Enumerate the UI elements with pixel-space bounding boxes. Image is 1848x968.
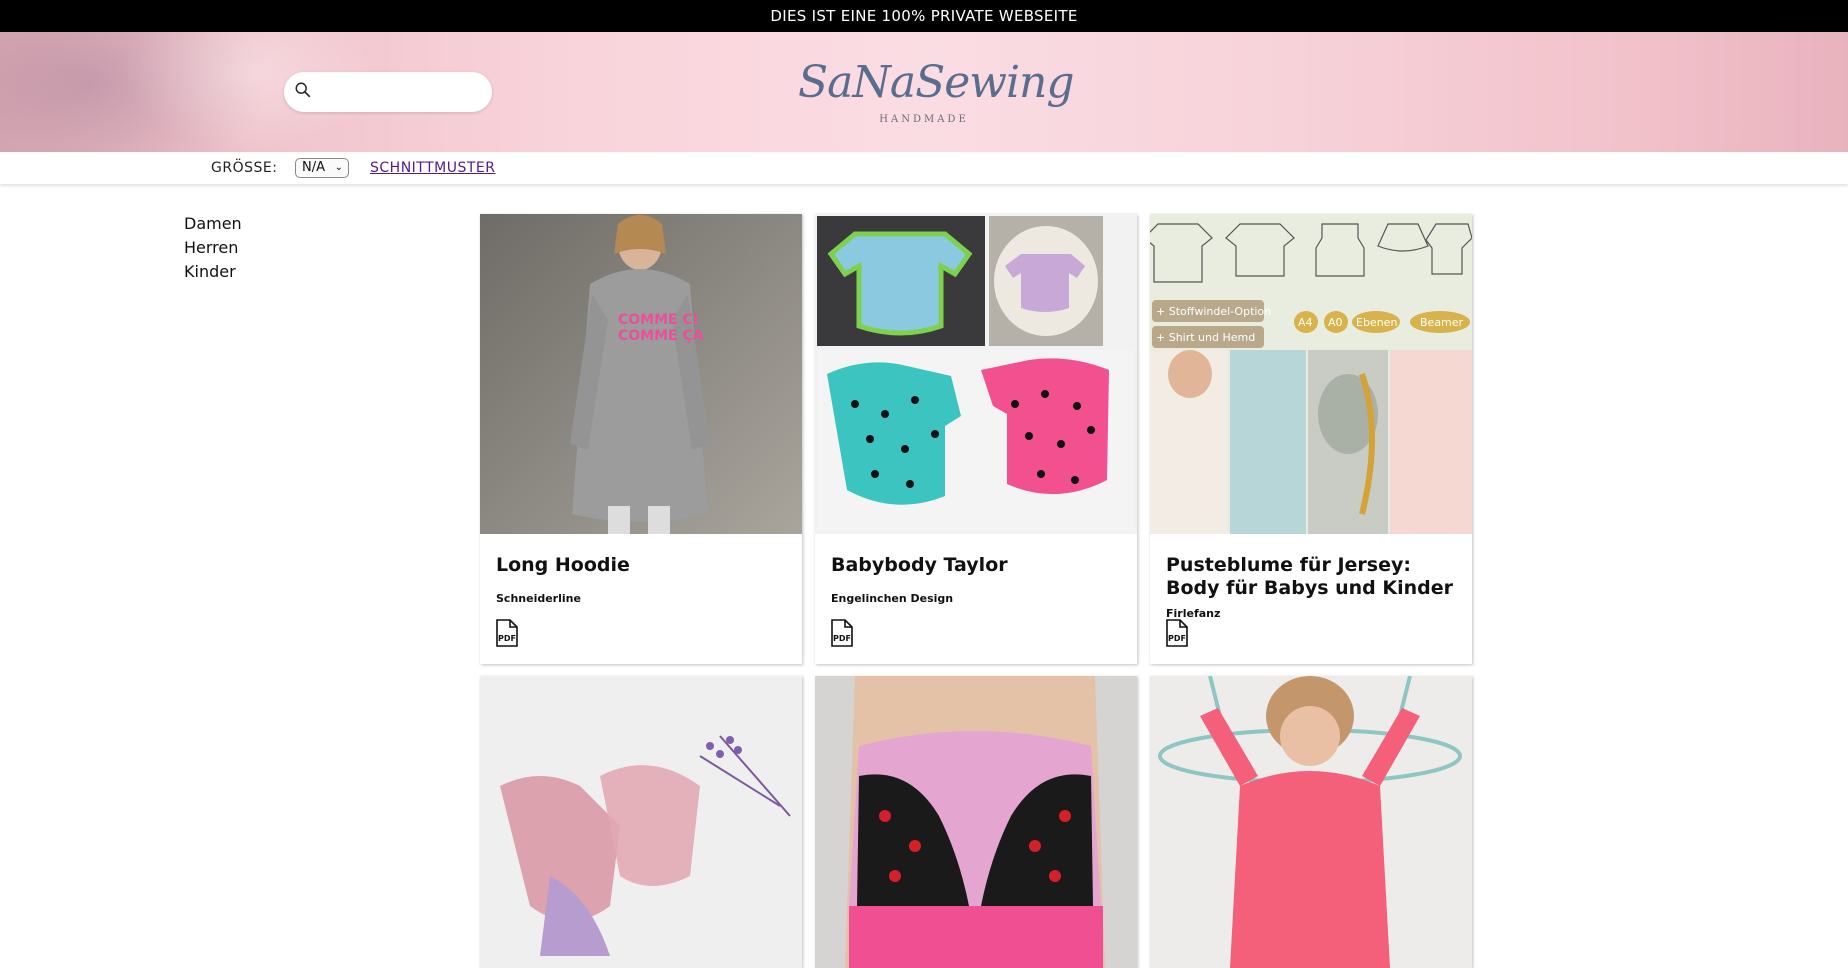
svg-text:A4: A4 xyxy=(1298,316,1313,329)
product-brand: Schneiderline xyxy=(496,592,581,605)
product-card[interactable] xyxy=(815,676,1137,968)
product-title[interactable]: Babybody Taylor xyxy=(831,554,1123,577)
pdf-icon: PDF xyxy=(494,619,520,647)
chevron-down-icon: ⌄ xyxy=(334,162,343,173)
svg-text:COMME CI: COMME CI xyxy=(618,312,698,328)
product-card[interactable] xyxy=(1150,676,1472,968)
search-box[interactable] xyxy=(284,72,492,112)
size-label: GRÖSSE: xyxy=(211,160,278,176)
svg-text:PDF: PDF xyxy=(498,634,516,643)
sidebar-item-herren[interactable]: Herren xyxy=(184,236,344,260)
product-title[interactable]: Pusteblume für Jersey: Body für Babys un… xyxy=(1166,554,1458,600)
site-logo[interactable]: SaNaSewing HANDMADE xyxy=(798,50,1075,134)
product-brand: Firlefanz xyxy=(1166,607,1221,620)
filter-bar: GRÖSSE: N/A ⌄ SCHNITTMUSTER xyxy=(0,152,1848,184)
size-select[interactable]: N/A ⌄ xyxy=(295,158,349,178)
svg-text:Beamer: Beamer xyxy=(1420,316,1464,329)
svg-text:A0: A0 xyxy=(1328,316,1343,329)
product-image-girl-pink-top[interactable] xyxy=(1150,676,1472,968)
privacy-banner: DIES IST EINE 100% PRIVATE WEBSEITE xyxy=(0,0,1848,32)
sidebar-item-damen[interactable]: Damen xyxy=(184,212,344,236)
svg-text:PDF: PDF xyxy=(1168,634,1186,643)
logo-tagline: HANDMADE xyxy=(879,114,969,125)
svg-text:PDF: PDF xyxy=(833,634,851,643)
product-card[interactable]: + Stoffwindel-Option + Shirt und Hemd A4 … xyxy=(1150,214,1472,664)
product-brand: Engelinchen Design xyxy=(831,592,954,605)
product-image-lace-underwear[interactable] xyxy=(480,676,802,968)
logo-text: SaNaSewing xyxy=(798,57,1075,108)
product-image-cherry-panties[interactable] xyxy=(815,676,1137,968)
search-input[interactable] xyxy=(318,77,492,107)
svg-text:+ Shirt und Hemd: + Shirt und Hemd xyxy=(1156,331,1255,344)
product-card[interactable]: COMME CI COMME ÇA Long Hoodie Schneiderl… xyxy=(480,214,802,664)
pdf-icon: PDF xyxy=(829,619,855,647)
category-sidebar: Damen Herren Kinder xyxy=(184,212,344,284)
product-title[interactable]: Long Hoodie xyxy=(496,554,788,577)
svg-text:Ebenen: Ebenen xyxy=(1356,316,1397,329)
schnittmuster-link[interactable]: SCHNITTMUSTER xyxy=(370,160,496,176)
product-image-pusteblume[interactable]: + Stoffwindel-Option + Shirt und Hemd A4 … xyxy=(1150,214,1472,534)
sidebar-item-kinder[interactable]: Kinder xyxy=(184,260,344,284)
svg-text:+ Stoffwindel-Option: + Stoffwindel-Option xyxy=(1156,305,1271,318)
product-image-babybody-taylor[interactable] xyxy=(815,214,1137,534)
product-card[interactable]: Babybody Taylor Engelinchen Design PDF xyxy=(815,214,1137,664)
search-icon[interactable] xyxy=(294,81,312,103)
size-select-value: N/A xyxy=(302,160,325,175)
svg-text:COMME ÇA: COMME ÇA xyxy=(618,328,704,344)
product-image-long-hoodie[interactable]: COMME CI COMME ÇA xyxy=(480,214,802,534)
pdf-icon: PDF xyxy=(1164,619,1190,647)
privacy-banner-text: DIES IST EINE 100% PRIVATE WEBSEITE xyxy=(770,7,1078,25)
product-card[interactable] xyxy=(480,676,802,968)
